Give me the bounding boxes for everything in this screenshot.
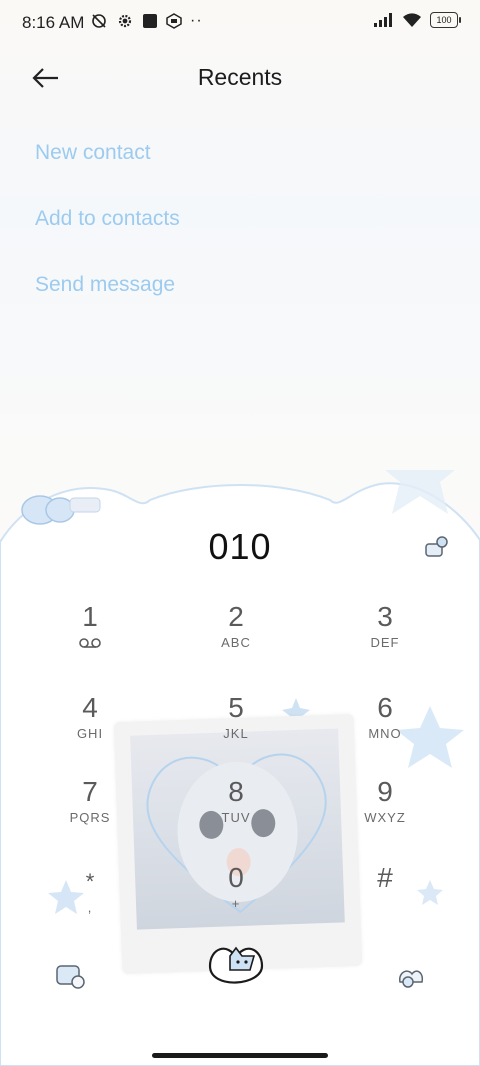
status-bar: 8:16 AM ·· 100 — [0, 0, 480, 46]
key-0[interactable]: 0 + — [176, 862, 296, 932]
status-time: 8:16 AM — [22, 13, 85, 32]
battery-icon: 100 — [430, 12, 461, 28]
new-contact-link[interactable]: New contact — [35, 141, 151, 165]
key-7[interactable]: 7 PQRS — [30, 776, 150, 846]
status-icons-left: ·· — [90, 12, 203, 30]
wifi-icon — [403, 13, 421, 27]
key-3[interactable]: 3 DEF — [325, 601, 445, 671]
alarm-off-icon — [92, 14, 106, 28]
key-9[interactable]: 9 WXYZ — [325, 776, 445, 846]
dialpad-settings-icon[interactable] — [422, 534, 450, 562]
key-6[interactable]: 6 MNO — [325, 692, 445, 762]
more-dots-icon: ·· — [190, 12, 203, 29]
home-indicator[interactable] — [152, 1053, 328, 1058]
contacts-icon[interactable] — [54, 962, 86, 990]
add-to-contacts-link[interactable]: Add to contacts — [35, 207, 180, 231]
recents-icon[interactable] — [394, 960, 426, 990]
key-1[interactable]: 1 — [30, 601, 150, 671]
status-icons-right: 100 — [374, 12, 461, 28]
key-4[interactable]: 4 GHI — [30, 692, 150, 762]
square-icon — [143, 14, 157, 28]
key-5[interactable]: 5 JKL — [176, 692, 296, 762]
nfc-icon — [166, 13, 182, 29]
key-star[interactable]: * , — [30, 866, 150, 936]
settings-icon — [118, 14, 132, 28]
dialed-number: 010 — [208, 526, 272, 567]
voicemail-icon — [79, 638, 101, 648]
call-button-icon[interactable] — [200, 936, 272, 998]
key-2[interactable]: 2 ABC — [176, 601, 296, 671]
key-hash[interactable]: # — [325, 862, 445, 932]
signal-icon — [374, 13, 392, 27]
page-title: Recents — [197, 64, 283, 90]
key-8[interactable]: 8 TUV — [176, 776, 296, 846]
send-message-link[interactable]: Send message — [35, 273, 175, 297]
